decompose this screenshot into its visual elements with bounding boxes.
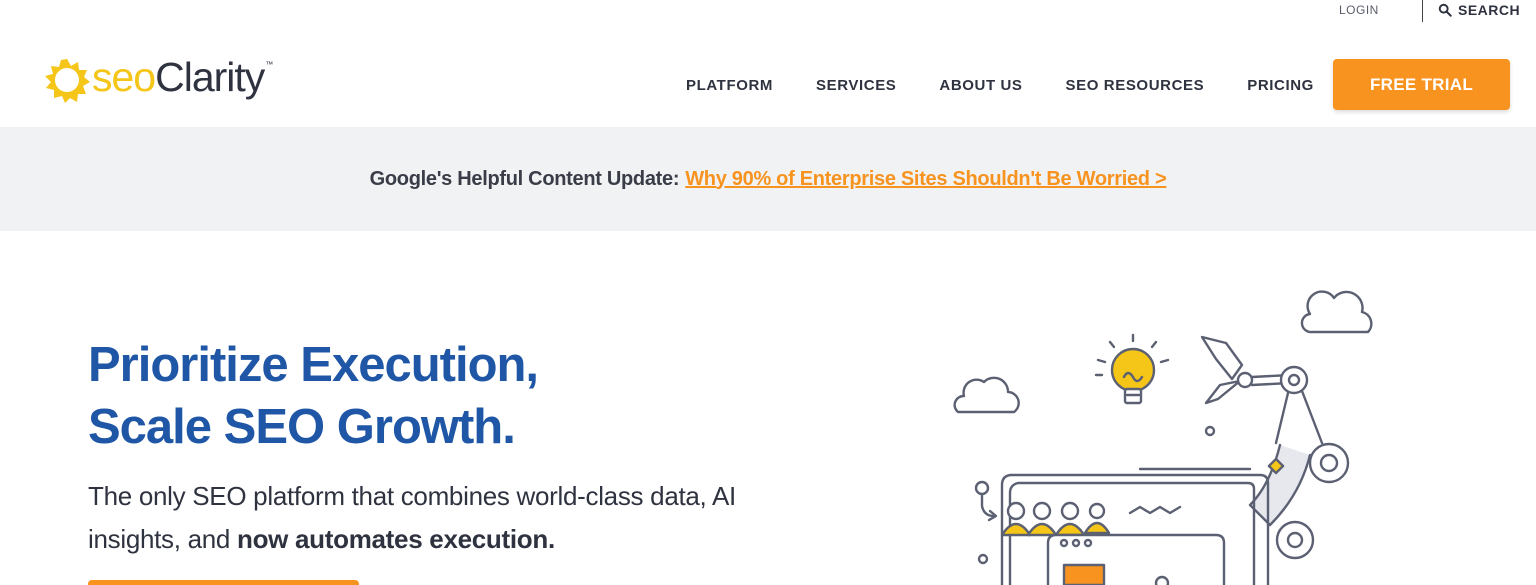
- cloud-icon: [953, 376, 1020, 414]
- logo-wordmark: seoClarity: [92, 54, 265, 100]
- hero-title-line-2: Scale SEO Growth.: [88, 400, 516, 454]
- robot-arm-icon: [1200, 335, 1350, 560]
- hero-cta-button[interactable]: [88, 580, 359, 585]
- announcement-link[interactable]: Why 90% of Enterprise Sites Shouldn't Be…: [685, 168, 1166, 191]
- nav-item-seo-resources[interactable]: SEO RESOURCES: [1066, 77, 1205, 94]
- search-label: SEARCH: [1458, 2, 1521, 18]
- search-icon: [1438, 3, 1452, 17]
- main-nav: PLATFORM SERVICES ABOUT US SEO RESOURCES…: [686, 77, 1314, 94]
- site-header: seoClarity ™ PLATFORM SERVICES ABOUT US …: [0, 22, 1536, 127]
- login-link[interactable]: LOGIN: [1339, 3, 1379, 17]
- logo-trademark: ™: [265, 60, 274, 69]
- search-button[interactable]: SEARCH: [1438, 2, 1520, 18]
- hero-title-line-1: Prioritize Execution,: [88, 338, 539, 392]
- nav-item-about-us[interactable]: ABOUT US: [939, 77, 1022, 94]
- hero-subtitle: The only SEO platform that combines worl…: [88, 475, 768, 561]
- nav-item-platform[interactable]: PLATFORM: [686, 77, 773, 94]
- nav-item-pricing[interactable]: PRICING: [1247, 77, 1314, 94]
- people-icon: [1000, 501, 1111, 537]
- robot-arm-illustration: [953, 290, 1373, 585]
- utility-bar: LOGIN SEARCH: [1276, 0, 1536, 22]
- announcement-lead: Google's Helpful Content Update:: [369, 167, 680, 190]
- logo-clarity-text: Clarity: [155, 54, 265, 100]
- hero-title: Prioritize Execution, Scale SEO Growth.: [88, 334, 539, 458]
- hero-subtitle-bold: now automates execution.: [237, 524, 555, 554]
- nav-item-services[interactable]: SERVICES: [816, 77, 896, 94]
- lightbulb-icon: [1094, 333, 1170, 405]
- cloud-icon: [1300, 290, 1373, 334]
- logo-seo-text: seo: [92, 54, 156, 100]
- sun-logo-icon: [45, 59, 90, 103]
- logo[interactable]: seoClarity ™: [44, 54, 273, 103]
- utility-divider: [1422, 0, 1423, 22]
- free-trial-button[interactable]: FREE TRIAL: [1333, 59, 1510, 110]
- announcement-banner: Google's Helpful Content Update: Why 90%…: [0, 127, 1536, 231]
